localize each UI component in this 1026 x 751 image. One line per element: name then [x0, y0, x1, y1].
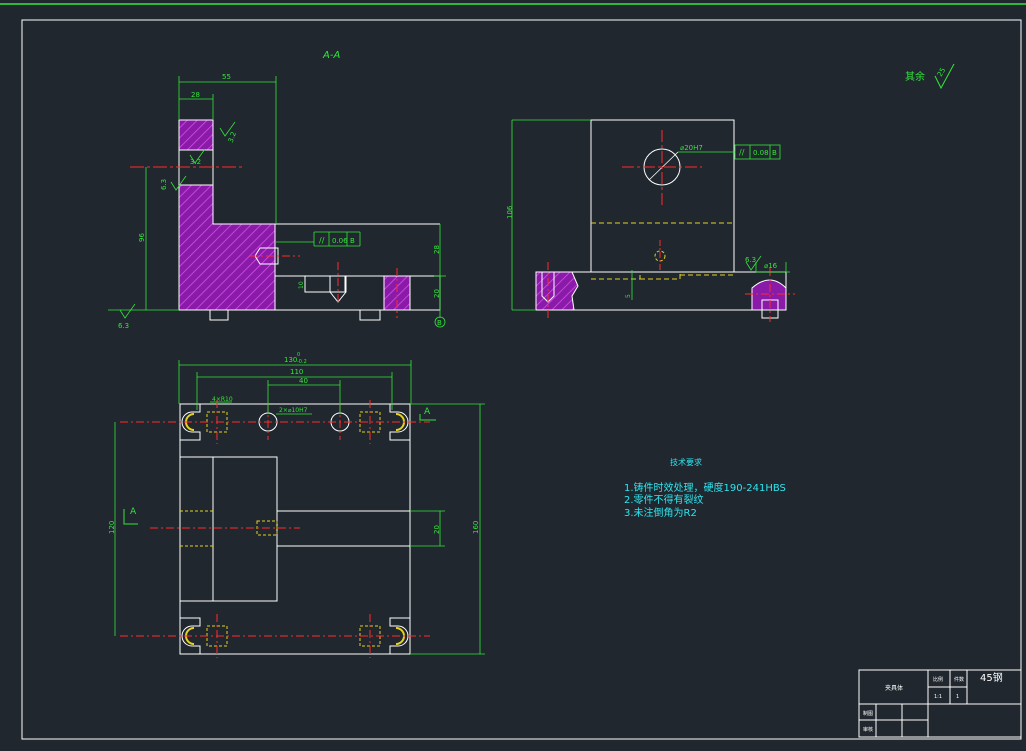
gdt-tolerance-1: 0.06 — [332, 237, 348, 245]
dim-120: 120 — [108, 521, 116, 534]
scale-value: 1:1 — [934, 694, 942, 700]
section-slot — [274, 276, 346, 310]
part-name: 夹具体 — [885, 684, 903, 692]
dim-160: 160 — [472, 521, 480, 534]
roughness-4: 3.2 — [227, 131, 238, 144]
callout-slots: 4×R10 — [212, 396, 233, 403]
plan-outline — [179, 403, 411, 655]
view-label-a-top: A — [424, 407, 431, 417]
plan-view: 130 0 -0.2 110 40 120 160 20 4×R10 2×⌀10… — [108, 352, 485, 658]
tech-req-item-1: 1.铸件时效处理，硬度190-241HBS — [624, 481, 786, 494]
title-block: 夹具体 比例 件数 1:1 1 45钢 制图 审核 — [858, 669, 1022, 738]
dim-110: 110 — [290, 368, 303, 376]
roughness-note-label: 其余 — [905, 70, 925, 83]
dim-55: 55 — [222, 73, 231, 81]
dim-20b: 20 — [433, 525, 441, 534]
dim-40: 40 — [299, 377, 308, 385]
roughness-2: 6.3 — [160, 179, 168, 190]
gdt-datum-1: B — [350, 237, 355, 245]
callout-bore: ⌀20H7 — [680, 144, 703, 152]
section-feet — [209, 310, 381, 321]
dim-130: 130 — [284, 356, 297, 364]
roughness-5: 6.3 — [745, 256, 756, 264]
dim-20: 20 — [433, 289, 441, 298]
dim-106: 106 — [506, 205, 514, 219]
u-slot-edge — [185, 413, 405, 645]
section-hatch-top — [178, 119, 214, 151]
gdt-datum-2: B — [772, 149, 777, 157]
count-label: 件数 — [954, 676, 964, 683]
dim-5: 5 — [625, 294, 632, 298]
roughness-icon — [119, 303, 136, 319]
gdt-symbol-2: // — [739, 148, 745, 157]
plan-upright — [179, 456, 278, 602]
roughness-3: 3.2 — [190, 158, 201, 166]
cad-drawing: A-A B 55 28 96 28 20 10 // 0.06 B 6.3 6.… — [0, 3, 1026, 740]
tech-req-title: 技术要求 — [670, 457, 702, 467]
drawn-label: 制图 — [863, 710, 873, 717]
view-label-a-left: A — [130, 507, 137, 517]
roughness-1: 6.3 — [118, 322, 129, 330]
section-view-a-a: A-A B 55 28 96 28 20 10 // 0.06 B 6.3 6.… — [108, 50, 446, 330]
dim-130-tol-up: 0 — [297, 352, 300, 358]
section-label: A-A — [322, 50, 340, 61]
dim-10: 10 — [298, 281, 305, 289]
bore-leader — [648, 151, 679, 181]
tech-req-item-2: 2.零件不得有裂纹 — [624, 493, 704, 506]
roughness-note-value: 25 — [936, 66, 947, 78]
hidden-line — [591, 272, 734, 280]
callout-holes: 2×⌀10H7 — [279, 407, 308, 414]
material: 45钢 — [980, 671, 1003, 684]
dim-96: 96 — [138, 233, 146, 242]
sheet-border — [21, 19, 1022, 740]
callout-counterbore: ⌀16 — [764, 262, 778, 270]
dim-130-tol-dn: -0.2 — [297, 359, 307, 365]
tech-req-item-3: 3.未注倒角为R2 — [624, 506, 697, 519]
datum-b-label: B — [437, 319, 442, 327]
checked-label: 审核 — [863, 726, 873, 733]
side-view: 6.3 ⌀16 ⌀20H7 // 0.08 B 106 5 — [506, 119, 795, 322]
scale-label: 比例 — [933, 676, 943, 683]
gdt-symbol-1: // — [319, 236, 325, 245]
dim-28b: 28 — [433, 245, 441, 254]
gdt-tolerance-2: 0.08 — [753, 149, 769, 157]
technical-requirements: 技术要求 1.铸件时效处理，硬度190-241HBS 2.零件不得有裂纹 3.未… — [624, 457, 786, 519]
side-counterbore-hatch — [751, 279, 787, 311]
count-value: 1 — [956, 694, 959, 700]
dim-28: 28 — [191, 91, 200, 99]
